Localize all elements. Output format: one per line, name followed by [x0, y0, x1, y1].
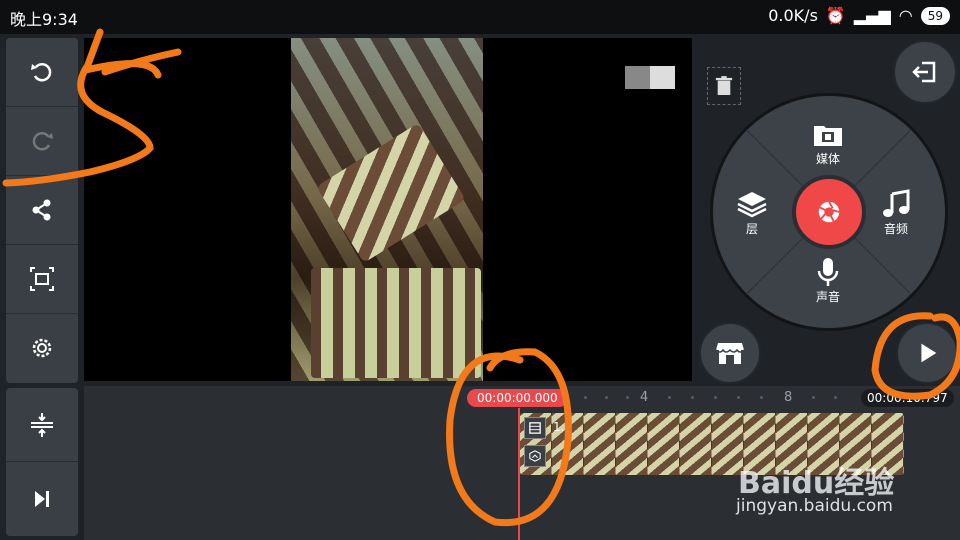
share-icon	[32, 199, 51, 221]
ruler-tick	[834, 396, 837, 399]
share-button[interactable]	[6, 176, 78, 245]
speed-icon	[524, 445, 546, 467]
cake-slice-image	[316, 123, 466, 263]
total-duration-badge: 00:00:10.797	[861, 389, 954, 407]
capture-button[interactable]	[792, 175, 866, 249]
ruler-label-4: 4	[640, 390, 649, 405]
camera-shutter-icon	[818, 201, 840, 223]
microphone-icon	[817, 258, 839, 286]
wifi-icon: ◠	[898, 6, 913, 25]
cake-slices-image	[311, 268, 481, 378]
asset-store-button[interactable]	[699, 322, 761, 384]
layer-button[interactable]: 层	[736, 188, 768, 237]
ruler-tick	[812, 396, 815, 399]
play-icon	[921, 343, 937, 363]
settings-icon	[32, 338, 52, 358]
status-bar: 晚上9:34 0.0K/s ⏰ ▂▄▆ ◠ 59	[0, 0, 960, 34]
layer-label: 层	[745, 222, 758, 236]
ruler-tick	[760, 396, 763, 399]
media-wheel: 媒体 层 音频 声音	[710, 93, 948, 331]
music-note-icon	[883, 189, 910, 217]
settings-button[interactable]	[6, 314, 78, 382]
clip-thumbnail	[680, 413, 712, 475]
clip-thumbnail	[616, 413, 648, 475]
battery-indicator: 59	[920, 6, 950, 25]
ruler-tick	[691, 396, 694, 399]
redo-icon	[32, 131, 53, 151]
clip-thumbnail	[584, 413, 616, 475]
video-preview[interactable]	[84, 38, 692, 381]
trash-icon	[715, 76, 733, 95]
exit-icon	[912, 61, 936, 83]
track-height-button[interactable]	[6, 388, 78, 462]
signal-icon: ▂▄▆	[853, 6, 891, 25]
aspect-ratio-icon	[30, 267, 54, 291]
status-time: 晚上9:34	[10, 10, 78, 29]
film-icon	[524, 417, 546, 439]
baidu-url: jingyan.baidu.com	[736, 496, 893, 516]
ruler-tick	[668, 396, 671, 399]
current-time-badge: 00:00:00.000	[467, 389, 568, 407]
watermark-placeholder	[625, 66, 675, 89]
ruler-tick	[626, 396, 629, 399]
media-button[interactable]: 媒体	[812, 118, 844, 167]
skip-to-end-icon	[35, 491, 49, 507]
voice-button[interactable]: 声音	[812, 256, 844, 305]
clip-label: 1.	[553, 420, 565, 434]
audio-label: 音频	[883, 222, 908, 236]
ruler-tick	[737, 396, 740, 399]
undo-icon	[31, 62, 52, 82]
ruler-tick	[584, 396, 587, 399]
exit-button[interactable]	[893, 40, 957, 104]
delete-button[interactable]	[707, 67, 741, 105]
clip-icons	[524, 417, 546, 473]
network-speed: 0.0K/s	[768, 6, 818, 25]
edit-toolbar	[6, 38, 78, 383]
undo-button[interactable]	[6, 38, 78, 107]
store-icon	[715, 343, 745, 364]
audio-button[interactable]: 音频	[880, 188, 912, 237]
playhead[interactable]	[518, 408, 520, 540]
status-right: 0.0K/s ⏰ ▂▄▆ ◠ 59	[768, 6, 950, 25]
ruler-label-8: 8	[784, 390, 793, 405]
play-button[interactable]	[896, 322, 958, 384]
clip-thumbnail	[648, 413, 680, 475]
alarm-icon: ⏰	[825, 6, 846, 25]
timeline-toolbar	[6, 388, 78, 536]
aspect-ratio-button[interactable]	[6, 245, 78, 314]
redo-button[interactable]	[6, 107, 78, 176]
video-frame	[291, 38, 483, 381]
voice-label: 声音	[815, 290, 840, 304]
ruler-tick	[605, 396, 608, 399]
media-label: 媒体	[815, 152, 840, 166]
track-height-icon	[31, 412, 53, 437]
media-folder-icon	[814, 126, 842, 146]
skip-to-end-button[interactable]	[6, 462, 78, 536]
layers-icon	[737, 192, 767, 218]
ruler-tick	[714, 396, 717, 399]
